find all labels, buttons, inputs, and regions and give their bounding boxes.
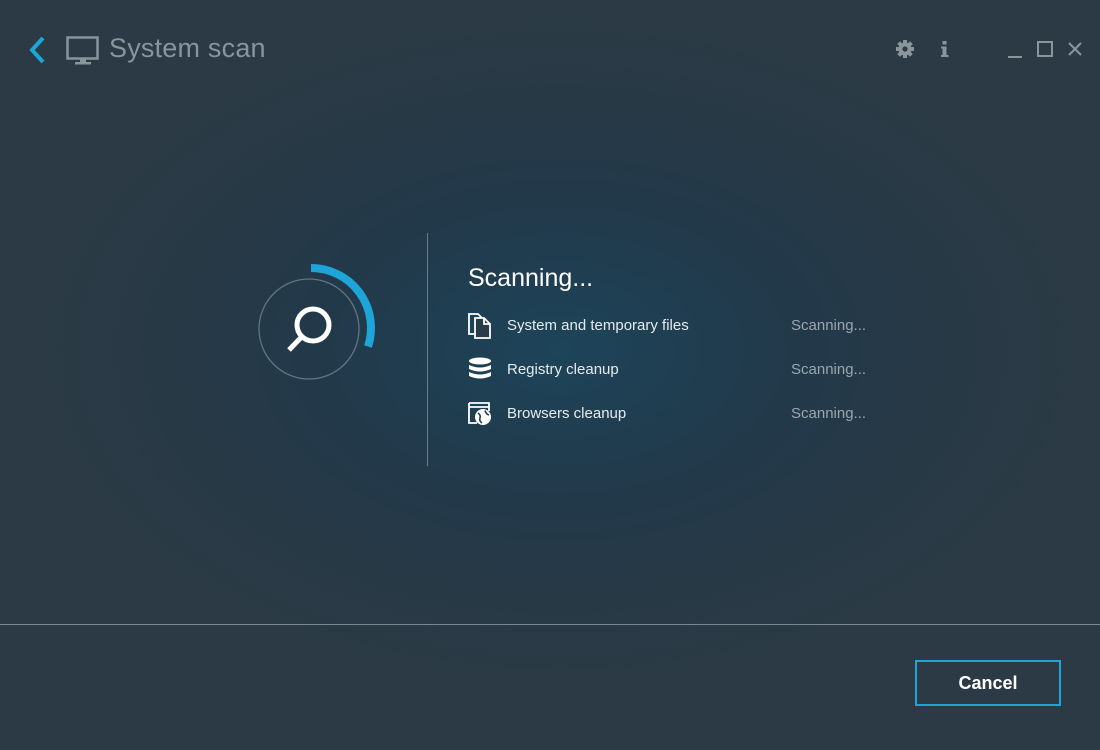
vertical-divider	[427, 233, 428, 466]
footer-divider	[0, 624, 1100, 625]
scan-item-status: Scanning...	[791, 361, 867, 378]
close-icon	[1068, 42, 1082, 56]
scan-item-status: Scanning...	[791, 405, 867, 422]
scan-item-system-files: System and temporary files Scanning...	[466, 312, 886, 342]
chevron-left-icon	[29, 36, 45, 64]
scan-item-label: System and temporary files	[507, 317, 689, 334]
scan-item-status: Scanning...	[791, 317, 867, 334]
back-button[interactable]	[26, 34, 50, 66]
settings-button[interactable]	[894, 38, 916, 60]
minimize-icon	[1008, 56, 1022, 58]
gear-icon	[896, 40, 914, 58]
maximize-button[interactable]	[1034, 38, 1056, 60]
scan-item-label: Browsers cleanup	[507, 405, 627, 422]
magnifier-icon	[287, 306, 332, 352]
scan-item-browsers: Browsers cleanup Scanning...	[466, 400, 886, 430]
browser-globe-icon	[466, 400, 494, 428]
window-title: System scan	[109, 33, 266, 63]
files-icon	[466, 312, 494, 340]
scan-item-registry: Registry cleanup Scanning...	[466, 356, 886, 386]
cancel-button[interactable]: Cancel	[915, 660, 1061, 706]
monitor-icon	[66, 36, 100, 66]
scan-progress-spinner	[255, 262, 380, 387]
title-bar: System scan	[0, 0, 1100, 100]
database-icon	[466, 356, 494, 384]
info-button[interactable]	[934, 38, 956, 60]
maximize-icon	[1037, 41, 1053, 57]
close-button[interactable]	[1064, 38, 1086, 60]
minimize-button[interactable]	[1004, 38, 1026, 60]
system-scan-window: System scan Scanning... System and tempo…	[0, 0, 1100, 750]
scan-heading: Scanning...	[468, 264, 594, 292]
scan-item-label: Registry cleanup	[507, 361, 619, 378]
info-icon	[941, 41, 949, 57]
